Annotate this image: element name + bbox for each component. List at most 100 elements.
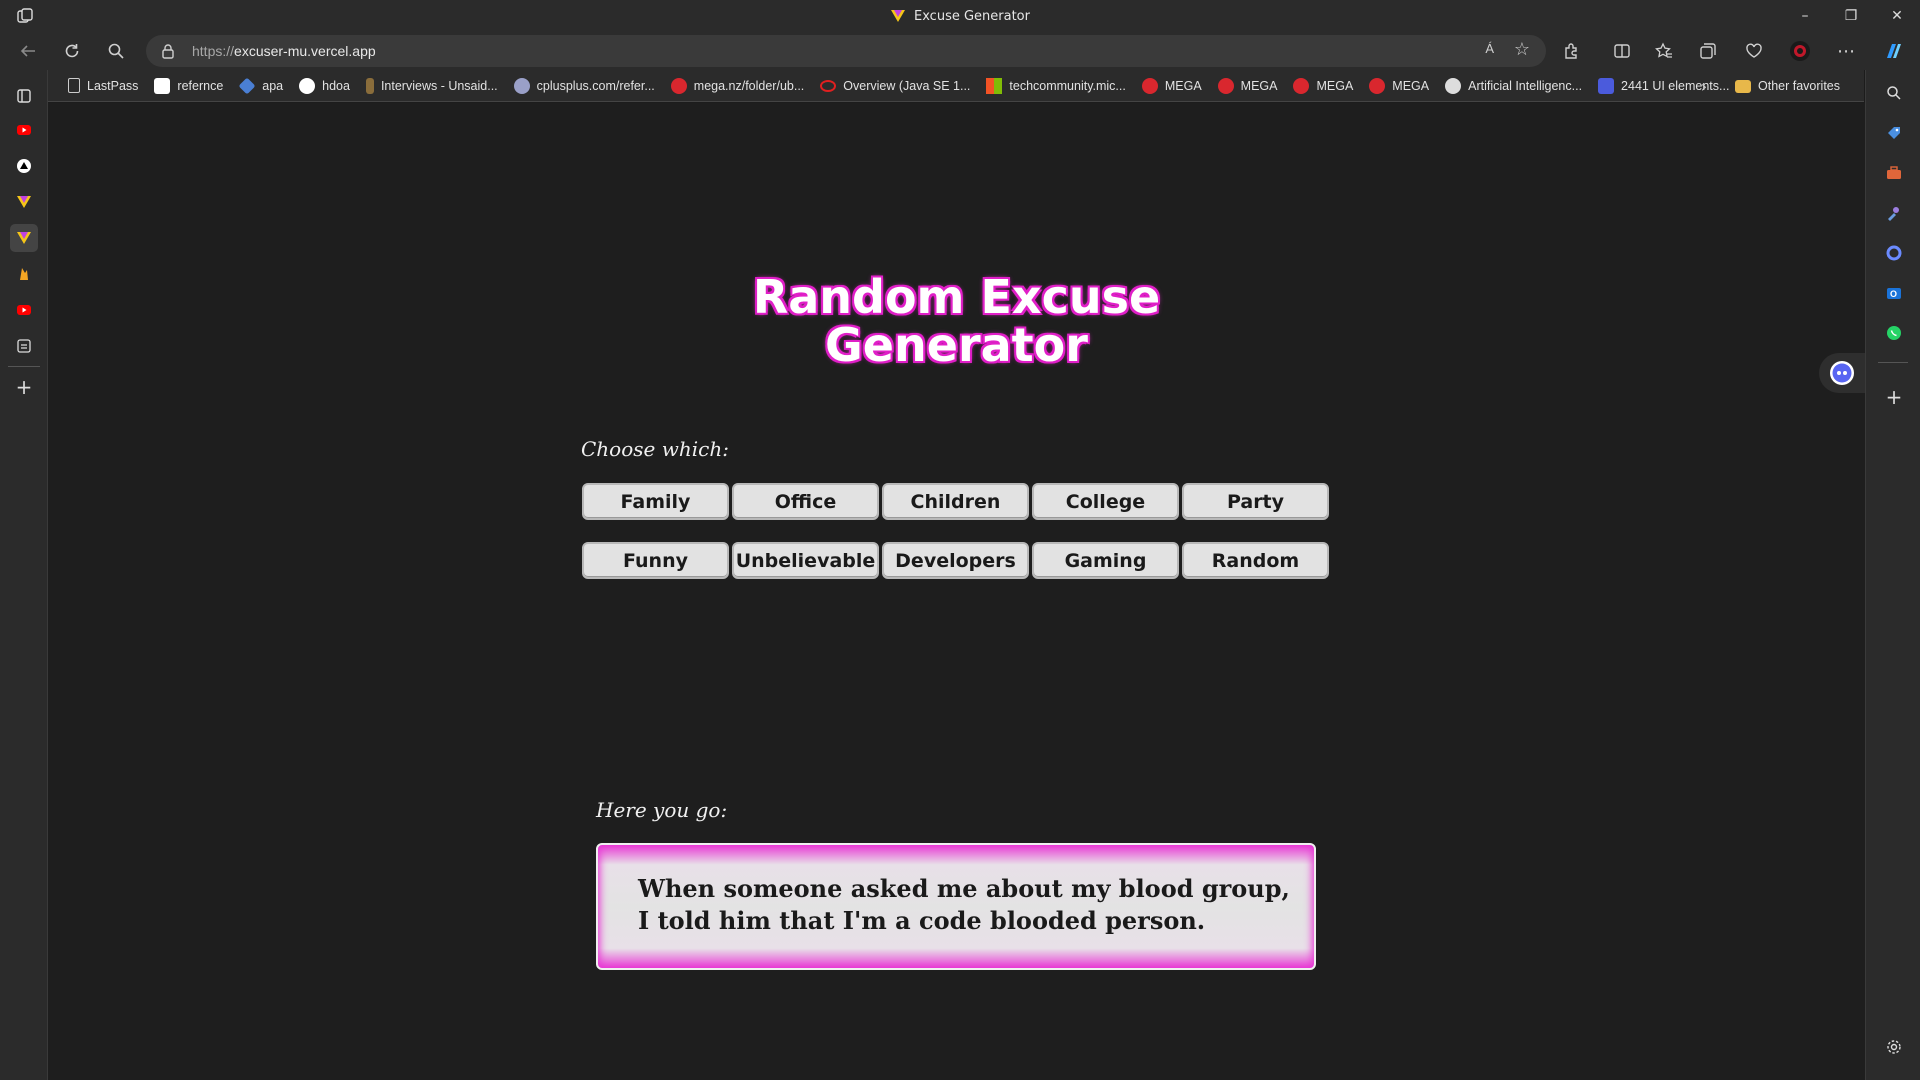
profile-avatar-icon [1790, 41, 1810, 61]
discord-widget-button[interactable] [1819, 353, 1865, 393]
other-favorites[interactable]: Other favorites [1727, 72, 1848, 100]
gaming-button[interactable]: Gaming [1032, 542, 1179, 579]
favorites-button[interactable] [1650, 37, 1678, 65]
children-button[interactable]: Children [882, 483, 1029, 520]
bookmark-cplusplus[interactable]: cplusplus.com/refer... [506, 72, 663, 100]
window-title: Excuse Generator [0, 0, 1920, 32]
minimize-button[interactable]: – [1782, 0, 1828, 32]
discord-icon [1830, 361, 1854, 385]
bookmark-interviews[interactable]: Interviews - Unsaid... [358, 72, 506, 100]
page-title-line1: Random Excuse [752, 270, 1161, 324]
tab-actions-button[interactable] [10, 82, 38, 110]
sidebar-settings-button[interactable] [1882, 1035, 1906, 1059]
bookmark-mega-1[interactable]: MEGA [1134, 72, 1210, 100]
sidebar-tools-button[interactable] [1882, 161, 1906, 185]
tab-youtube-2[interactable] [10, 296, 38, 324]
ui-icon [1598, 77, 1615, 94]
office-button[interactable]: Office [732, 483, 879, 520]
svg-text:O: O [1890, 289, 1897, 299]
extensions-button[interactable] [1558, 37, 1586, 65]
read-aloud-icon[interactable]: Á [1485, 41, 1494, 56]
bookmark-mega-folder[interactable]: mega.nz/folder/ub... [663, 72, 812, 100]
bookmark-label: MEGA [1164, 78, 1202, 93]
vertical-tabs-sidebar: + [0, 70, 48, 1080]
browser-toolbar: https://excuser-mu.vercel.app Á ☆ ⋯ [0, 32, 1920, 70]
college-button[interactable]: College [1032, 483, 1179, 520]
sidebar-office-button[interactable] [1882, 241, 1906, 265]
bookmark-label: refernce [177, 78, 224, 93]
page-icon [68, 78, 80, 93]
close-window-button[interactable]: ✕ [1874, 0, 1920, 32]
search-button[interactable] [102, 37, 130, 65]
bookmarks-bar: LastPass refernce apa hdoa Interviews - … [48, 70, 1864, 102]
restore-button[interactable]: ❐ [1828, 0, 1874, 32]
settings-more-button[interactable]: ⋯ [1832, 37, 1860, 65]
url-text[interactable]: https://excuser-mu.vercel.app [192, 35, 376, 67]
category-row-1: Family Office Children College Party [582, 483, 1332, 520]
excuse-output-box: When someone asked me about my blood gro… [596, 843, 1316, 970]
bookmark-label: Interviews - Unsaid... [380, 78, 498, 93]
category-row-2: Funny Unbelievable Developers Gaming Ran… [582, 542, 1332, 579]
more-dots-icon: ⋯ [1837, 40, 1855, 62]
plus-icon: + [15, 375, 33, 399]
bookmark-mega-4[interactable]: MEGA [1361, 72, 1437, 100]
edge-sidebar: O + [1865, 70, 1920, 1080]
apa-icon [238, 77, 256, 94]
developers-button[interactable]: Developers [882, 542, 1029, 579]
bookmark-label: Artificial Intelligenc... [1468, 78, 1583, 93]
sidebar-games-button[interactable] [1882, 201, 1906, 225]
tab-firebase[interactable] [10, 260, 38, 288]
bookmark-mega-2[interactable]: MEGA [1210, 72, 1286, 100]
lock-icon[interactable] [160, 43, 176, 59]
oracle-icon [820, 79, 837, 92]
new-tab-button[interactable]: + [10, 373, 38, 401]
bookmark-refernce[interactable]: refernce [146, 72, 231, 100]
bookmark-ai[interactable]: Artificial Intelligenc... [1437, 72, 1590, 100]
google-icon [299, 77, 316, 94]
collections-button[interactable] [1694, 37, 1722, 65]
url-host: excuser-mu.vercel.app [234, 43, 376, 59]
funny-button[interactable]: Funny [582, 542, 729, 579]
unbelievable-button[interactable]: Unbelievable [732, 542, 879, 579]
whatsapp-icon [1887, 326, 1901, 340]
bookmark-label: mega.nz/folder/ub... [693, 78, 805, 93]
copilot-button[interactable] [1880, 37, 1908, 65]
site-favicon-icon [17, 196, 31, 208]
collections-icon [1700, 43, 1716, 59]
profile-button[interactable] [1786, 37, 1814, 65]
refresh-button[interactable] [58, 37, 86, 65]
sidebar-divider [8, 366, 40, 367]
mega-icon [1217, 77, 1234, 94]
sidebar-shopping-button[interactable] [1882, 121, 1906, 145]
sidebar-whatsapp-button[interactable] [1882, 321, 1906, 345]
result-label: Here you go: [596, 798, 728, 822]
refresh-icon [65, 44, 79, 58]
tab-excuse-generator-active[interactable] [10, 224, 38, 252]
bookmark-apa[interactable]: apa [231, 72, 291, 100]
split-screen-button[interactable] [1608, 37, 1636, 65]
heart-pulse-icon [1746, 43, 1762, 58]
sidebar-search-button[interactable] [1882, 81, 1906, 105]
bookmark-techcommunity[interactable]: techcommunity.mic... [978, 72, 1133, 100]
favorite-star-icon[interactable]: ☆ [1514, 39, 1530, 60]
tab-youtube-1[interactable] [10, 116, 38, 144]
bookmark-lastpass[interactable]: LastPass [60, 72, 146, 100]
back-button[interactable] [14, 37, 42, 65]
random-button[interactable]: Random [1182, 542, 1329, 579]
address-bar[interactable]: https://excuser-mu.vercel.app Á ☆ [146, 35, 1546, 67]
bookmark-mega-3[interactable]: MEGA [1285, 72, 1361, 100]
ai-icon [1445, 77, 1462, 94]
bookmarks-overflow-chevron-icon[interactable]: › [1692, 72, 1716, 100]
party-button[interactable]: Party [1182, 483, 1329, 520]
sidebar-add-button[interactable]: + [1882, 385, 1906, 409]
browser-essentials-button[interactable] [1740, 37, 1768, 65]
bookmark-java-overview[interactable]: Overview (Java SE 1... [812, 72, 978, 100]
sidebar-outlook-button[interactable]: O [1882, 281, 1906, 305]
page-content: Random Excuse Generator Choose which: Fa… [48, 103, 1865, 1080]
bookmark-label: MEGA [1240, 78, 1278, 93]
tab-saved-page[interactable] [10, 332, 38, 360]
family-button[interactable]: Family [582, 483, 729, 520]
tab-excuse-generator-1[interactable] [10, 188, 38, 216]
bookmark-hdoa[interactable]: hdoa [291, 72, 358, 100]
tab-site-black[interactable] [10, 152, 38, 180]
